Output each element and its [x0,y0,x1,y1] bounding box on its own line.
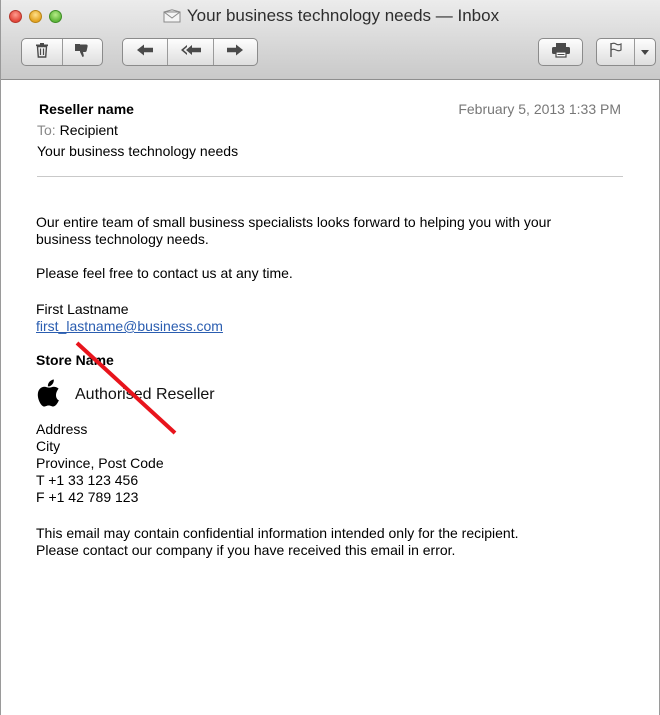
address-line: Address [36,421,88,437]
forward-arrow-icon [226,43,244,62]
message-date: February 5, 2013 1:33 PM [458,101,621,117]
contact-paragraph: Please feel free to contact us at any ti… [36,265,293,281]
junk-button[interactable] [62,39,102,65]
header-divider [37,176,623,177]
reply-all-button[interactable] [168,39,212,65]
window-title: Your business technology needs — Inbox [1,6,660,28]
disclaimer-line: Please contact our company if you have r… [36,542,456,558]
signature-block: First Lastname first_lastname@business.c… [36,301,223,335]
printer-icon [551,42,571,63]
authorised-reseller-text: Authorised Reseller [75,386,215,403]
print-button[interactable] [539,39,582,65]
delete-button[interactable] [22,39,62,65]
chevron-down-icon [641,43,650,61]
province-line: Province, Post Code [36,455,164,471]
delete-junk-group [21,38,103,66]
window-title-text: Your business technology needs — Inbox [186,6,500,25]
envelope-icon [163,8,181,28]
reply-button[interactable] [123,39,167,65]
reply-arrow-icon [136,43,154,62]
to-label: To: [37,122,56,138]
reply-forward-group [122,38,258,66]
store-name: Store Name [36,352,114,368]
phone-line: T +1 33 123 456 [36,472,139,488]
fax-line: F +1 42 789 123 [36,489,139,505]
apple-logo-icon [37,379,61,407]
intro-line: business technology needs. [36,231,209,247]
trash-icon [34,42,50,63]
flag-button[interactable] [597,39,634,65]
thumbs-down-icon [73,42,91,63]
title-bar: Your business technology needs — Inbox [1,0,660,80]
reply-all-arrow-icon [180,43,202,62]
recipient-line: To: Recipient [37,122,118,138]
intro-line: Our entire team of small business specia… [36,214,552,230]
flag-menu-button[interactable] [635,39,655,65]
recipient-name: Recipient [59,122,118,138]
intro-paragraph: Our entire team of small business specia… [36,214,551,248]
forward-button[interactable] [214,39,257,65]
city-line: City [36,438,61,454]
flag-group [596,38,656,66]
signature-name: First Lastname [36,301,129,317]
signature-email-link[interactable]: first_lastname@business.com [36,318,223,335]
message-subject: Your business technology needs [37,143,239,159]
disclaimer-line: This email may contain confidential info… [36,525,519,541]
address-block: Address City Province, Post Code T +1 33… [36,421,164,506]
disclaimer-paragraph: This email may contain confidential info… [36,525,518,559]
mail-window: Your business technology needs — Inbox R… [0,0,660,715]
sender-name: Reseller name [39,101,134,117]
flag-icon [608,42,624,63]
print-group [538,38,583,66]
